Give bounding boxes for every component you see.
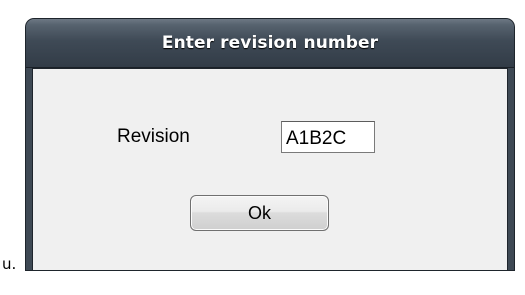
revision-input[interactable]	[281, 121, 375, 153]
revision-label: Revision	[117, 126, 190, 147]
ok-button[interactable]: Ok	[190, 195, 329, 231]
background-text-fragment: u.	[2, 255, 17, 273]
revision-dialog: Enter revision number Revision Ok	[26, 19, 514, 270]
dialog-titlebar[interactable]: Enter revision number	[26, 19, 514, 68]
dialog-body: Revision Ok	[32, 68, 508, 270]
dialog-title: Enter revision number	[161, 33, 379, 53]
